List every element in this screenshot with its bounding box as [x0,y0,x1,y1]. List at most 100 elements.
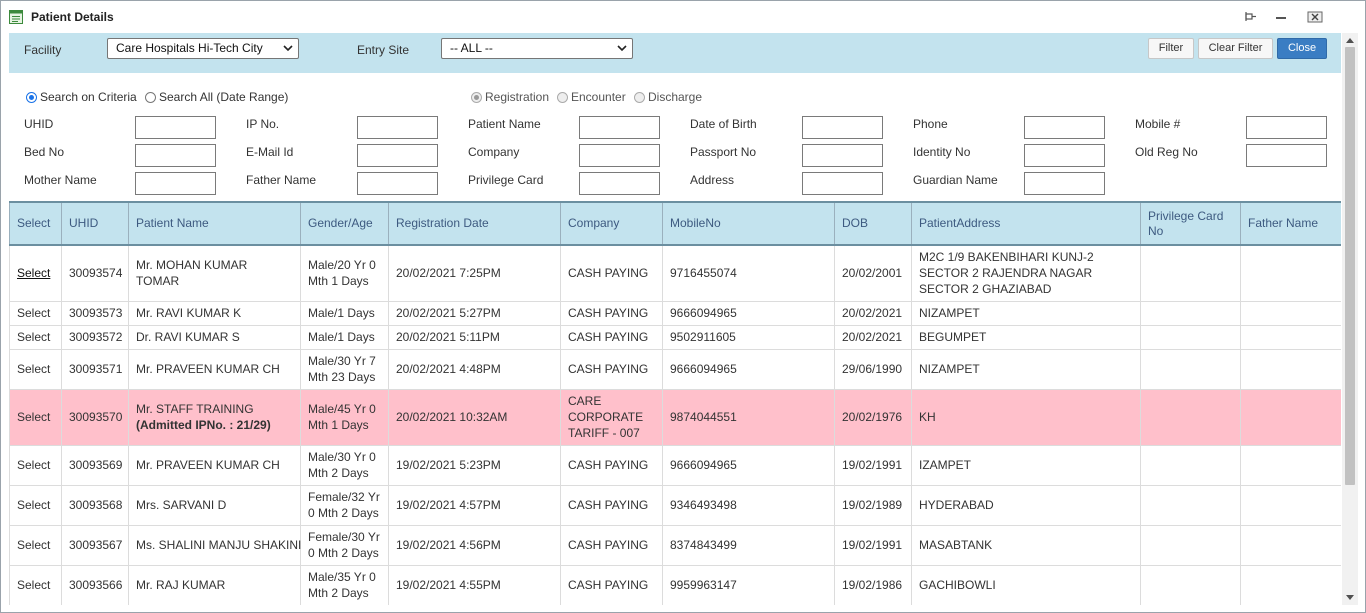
dob-input[interactable] [802,116,883,139]
dob-cell: 19/02/1991 [834,524,912,566]
dob-cell: 20/02/2001 [834,244,912,302]
privilege-card-cell [1140,244,1241,302]
registration-date-cell: 20/02/2021 10:32AM [388,388,561,446]
entry-site-select[interactable]: -- ALL -- [441,38,633,59]
patient-name-input[interactable] [579,116,660,139]
table-row[interactable]: Select 30093567 Ms. SHALINI MANJU SHAKIN… [9,524,1341,566]
patient-name-cell: Mr. STAFF TRAINING (Admitted IPNo. : 21/… [128,388,301,446]
col-header-gender-age[interactable]: Gender/Age [300,201,389,246]
select-link[interactable]: Select [17,538,50,552]
table-row[interactable]: Select 30093566 Mr. RAJ KUMAR Male/35 Yr… [9,564,1341,605]
filter-button[interactable]: Filter [1148,38,1194,59]
table-row[interactable]: Select 30093571 Mr. PRAVEEN KUMAR CH Mal… [9,348,1341,390]
bed-no-label: Bed No [24,145,65,159]
table-row-admitted[interactable]: Select 30093570 Mr. STAFF TRAINING (Admi… [9,388,1341,446]
table-row[interactable]: Select 30093568 Mrs. SARVANI D Female/32… [9,484,1341,526]
identity-no-input[interactable] [1024,144,1105,167]
col-header-registration-date[interactable]: Registration Date [388,201,561,246]
registration-date-cell: 20/02/2021 5:27PM [388,300,561,326]
privilege-card-input[interactable] [579,172,660,195]
address-cell: HYDERABAD [911,484,1141,526]
mother-name-input[interactable] [135,172,216,195]
old-reg-no-input[interactable] [1246,144,1327,167]
col-header-mobile-no[interactable]: MobileNo [662,201,835,246]
select-link[interactable]: Select [17,266,50,280]
address-cell: M2C 1/9 BAKENBIHARI KUNJ-2 SECTOR 2 RAJE… [911,244,1141,302]
select-link[interactable]: Select [17,362,50,376]
registration-radio[interactable]: Registration [471,90,549,104]
address-cell: NIZAMPET [911,348,1141,390]
vertical-scrollbar[interactable] [1342,33,1358,605]
mobile-cell: 8374843499 [662,524,835,566]
patient-table: Select UHID Patient Name Gender/Age Regi… [9,201,1341,605]
encounter-radio[interactable]: Encounter [557,90,626,104]
select-link[interactable]: Select [17,578,50,592]
company-input[interactable] [579,144,660,167]
encounter-label: Encounter [571,90,626,104]
patient-name-cell: Mr. RAVI KUMAR K [128,300,301,326]
col-header-dob[interactable]: DOB [834,201,912,246]
privilege-card-cell [1140,348,1241,390]
facility-select[interactable]: Care Hospitals Hi-Tech City [107,38,299,59]
address-cell: MASABTANK [911,524,1141,566]
table-row[interactable]: Select 30093572 Dr. RAVI KUMAR S Male/1 … [9,324,1341,350]
select-link[interactable]: Select [17,498,50,512]
scroll-up-arrow-icon[interactable] [1346,37,1354,43]
guardian-name-input[interactable] [1024,172,1105,195]
discharge-radio[interactable]: Discharge [634,90,702,104]
close-window-icon[interactable] [1307,10,1323,24]
table-row[interactable]: Select 30093573 Mr. RAVI KUMAR K Male/1 … [9,300,1341,326]
col-header-father-name[interactable]: Father Name [1240,201,1341,246]
scroll-down-arrow-icon[interactable] [1346,595,1354,601]
col-header-uhid[interactable]: UHID [61,201,129,246]
select-link[interactable]: Select [17,458,50,472]
dob-label: Date of Birth [690,117,757,131]
pin-icon[interactable] [1243,10,1257,24]
table-row[interactable]: Select 30093574 Mr. MOHAN KUMAR TOMAR Ma… [9,244,1341,302]
radio-unselected-icon [634,91,645,103]
close-button[interactable]: Close [1277,38,1327,59]
bed-no-input[interactable] [135,144,216,167]
gender-age-cell: Male/20 Yr 0 Mth 1 Days [300,244,389,302]
col-header-company[interactable]: Company [560,201,663,246]
document-list-icon [9,10,23,24]
ip-no-input[interactable] [357,116,438,139]
patient-name-cell: Ms. SHALINI MANJU SHAKINI [128,524,301,566]
col-header-select[interactable]: Select [9,201,62,246]
col-header-patient-address[interactable]: PatientAddress [911,201,1141,246]
patient-name-label: Patient Name [468,117,541,131]
table-row[interactable]: Select 30093569 Mr. PRAVEEN KUMAR CH Mal… [9,444,1341,486]
minimize-icon[interactable] [1274,10,1288,24]
address-input[interactable] [802,172,883,195]
select-link[interactable]: Select [17,306,50,320]
dob-cell: 19/02/1991 [834,444,912,486]
clear-filter-button[interactable]: Clear Filter [1198,38,1273,59]
father-name-cell [1240,348,1341,390]
search-all-radio[interactable]: Search All (Date Range) [145,90,288,104]
window-title: Patient Details [31,10,114,24]
uhid-label: UHID [24,117,54,131]
uhid-input[interactable] [135,116,216,139]
passport-input[interactable] [802,144,883,167]
patient-name-cell: Mr. RAJ KUMAR [128,564,301,605]
privilege-card-cell [1140,524,1241,566]
company-cell: CASH PAYING [560,524,663,566]
col-header-patient-name[interactable]: Patient Name [128,201,301,246]
phone-input[interactable] [1024,116,1105,139]
address-cell: KH [911,388,1141,446]
uhid-cell: 30093571 [61,348,129,390]
gender-age-cell: Male/30 Yr 0 Mth 2 Days [300,444,389,486]
search-on-criteria-radio[interactable]: Search on Criteria [26,90,137,104]
address-cell: IZAMPET [911,444,1141,486]
search-all-label: Search All (Date Range) [159,90,289,104]
company-cell: CASH PAYING [560,244,663,302]
col-header-privilege-card-no[interactable]: Privilege Card No [1140,201,1241,246]
mobile-input[interactable] [1246,116,1327,139]
email-input[interactable] [357,144,438,167]
select-link[interactable]: Select [17,410,50,424]
select-link[interactable]: Select [17,330,50,344]
scrollbar-thumb[interactable] [1345,47,1355,485]
registration-date-cell: 19/02/2021 4:57PM [388,484,561,526]
father-name-input[interactable] [357,172,438,195]
title-bar: Patient Details [1,1,1365,33]
